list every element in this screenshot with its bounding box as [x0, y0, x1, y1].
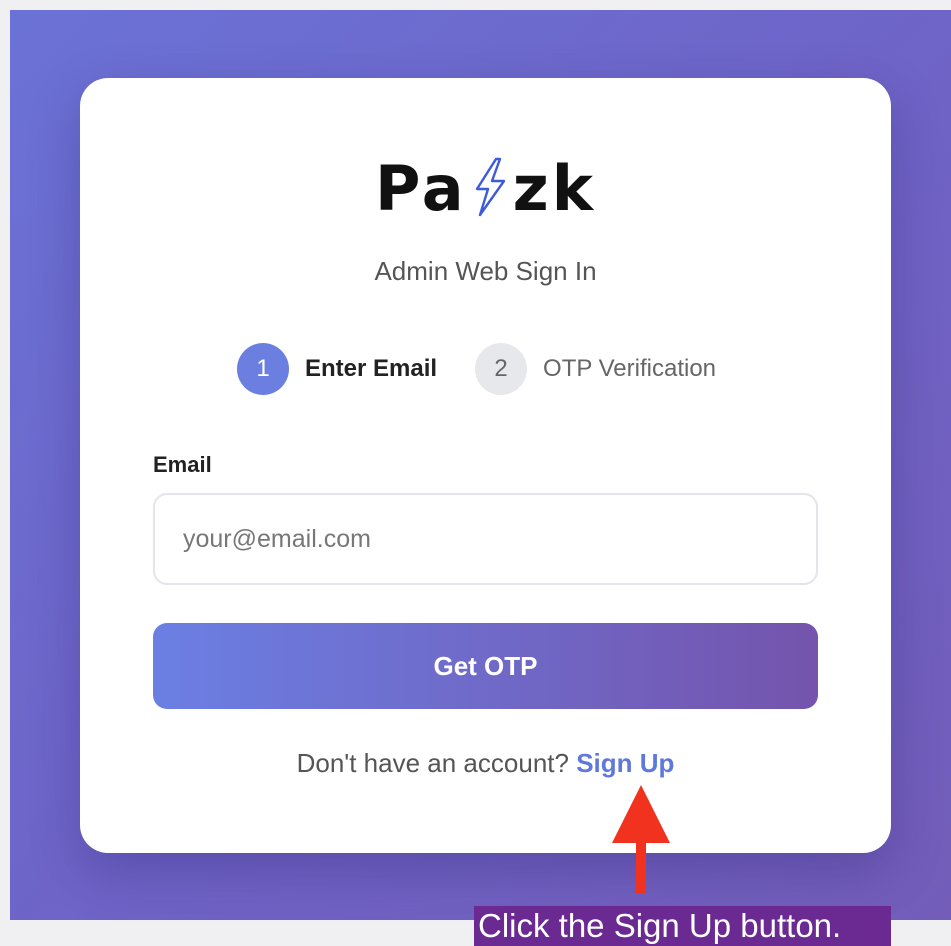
step-label: Enter Email — [305, 355, 438, 382]
signup-prompt-text: Don't have an account? — [296, 748, 569, 778]
brand-logo: Pa zk — [80, 156, 891, 220]
step-otp-verification: 2 OTP Verification — [475, 343, 716, 395]
step-enter-email: 1 Enter Email — [237, 343, 437, 395]
logo-text-left: Pa — [375, 152, 467, 225]
step-indicator: 1 Enter Email 2 OTP Verification — [237, 343, 716, 395]
page-subtitle: Admin Web Sign In — [374, 256, 597, 286]
red-up-arrow-icon — [612, 785, 670, 893]
logo-text-right: zk — [512, 152, 596, 225]
get-otp-button[interactable]: Get OTP — [153, 623, 818, 709]
lightning-bolt-icon — [469, 156, 511, 218]
signup-prompt-row: Don't have an account? Sign Up — [80, 748, 891, 779]
email-input[interactable] — [153, 493, 818, 585]
sign-up-link[interactable]: Sign Up — [576, 748, 674, 778]
instruction-caption: Click the Sign Up button. — [474, 906, 891, 946]
sign-in-card: Pa zk Admin Web Sign In 1 Enter Email 2 O… — [80, 78, 891, 853]
step-number-badge: 2 — [475, 343, 528, 395]
step-number-badge: 1 — [237, 343, 289, 395]
step-label: OTP Verification — [543, 355, 717, 382]
email-label: Email — [153, 452, 212, 477]
